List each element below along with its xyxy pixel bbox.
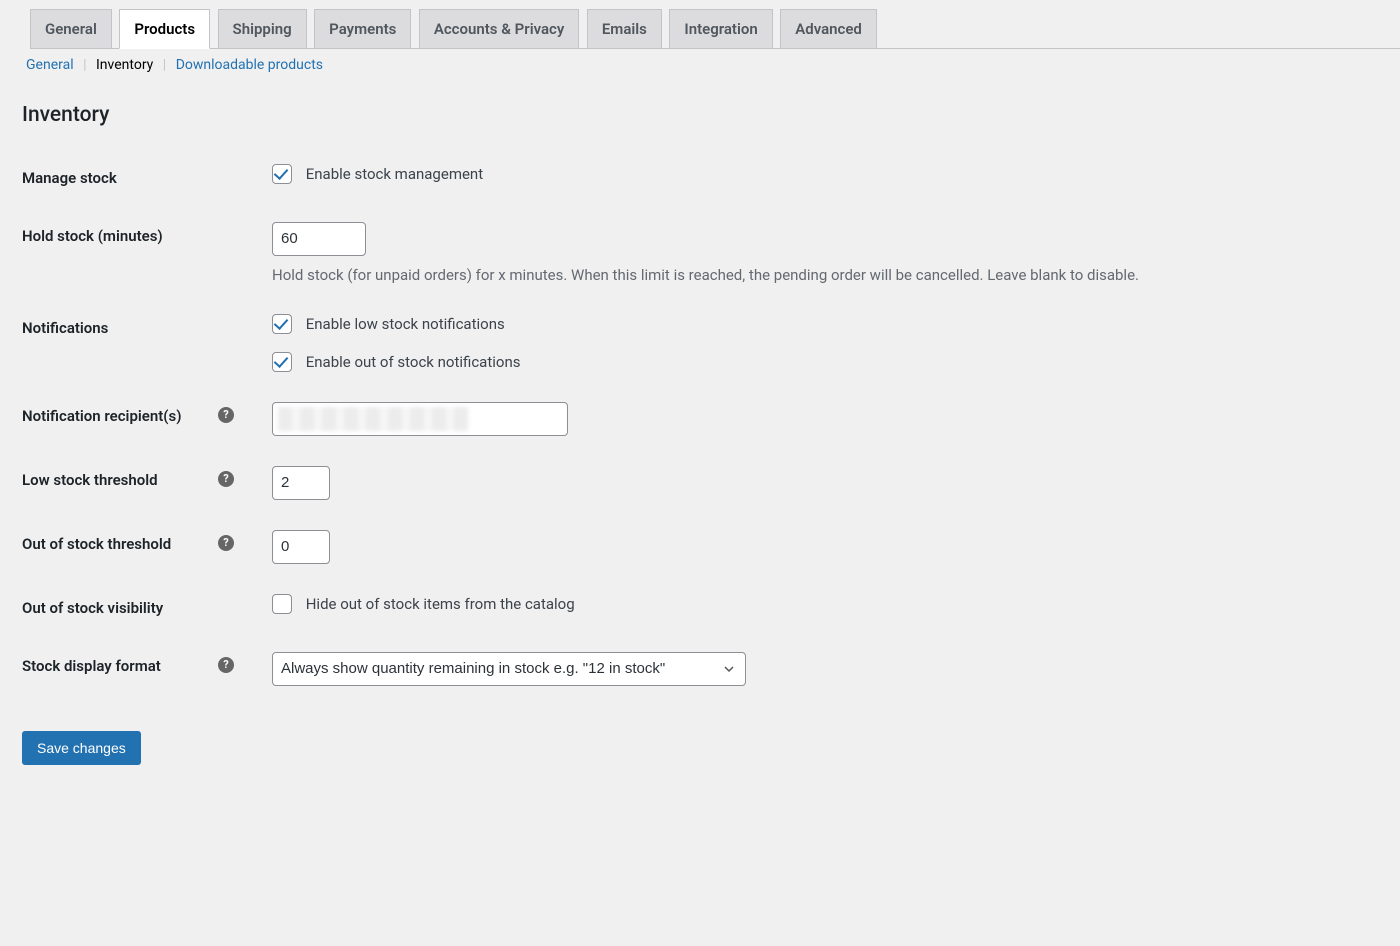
subtab-downloadable[interactable]: Downloadable products bbox=[172, 57, 327, 73]
label-out-of-stock-visibility: Out of stock visibility bbox=[22, 579, 262, 637]
label-out-of-stock-threshold: Out of stock threshold bbox=[22, 535, 171, 553]
label-notification-recipients: Notification recipient(s) bbox=[22, 407, 181, 425]
separator: | bbox=[161, 57, 168, 73]
input-out-of-stock-threshold[interactable] bbox=[272, 530, 330, 564]
tab-products[interactable]: Products bbox=[119, 9, 210, 49]
save-button[interactable]: Save changes bbox=[22, 731, 141, 765]
subtab-general[interactable]: General bbox=[22, 57, 78, 73]
help-icon[interactable]: ? bbox=[218, 535, 234, 551]
settings-tabs: General Products Shipping Payments Accou… bbox=[30, 0, 1400, 49]
section-title: Inventory bbox=[22, 103, 1400, 127]
label-hold-stock: Hold stock (minutes) bbox=[22, 207, 262, 299]
tab-emails[interactable]: Emails bbox=[587, 9, 662, 48]
checkbox-low-stock-notify[interactable] bbox=[272, 314, 292, 334]
help-hold-stock: Hold stock (for unpaid orders) for x min… bbox=[272, 266, 1390, 284]
help-icon[interactable]: ? bbox=[218, 471, 234, 487]
checkbox-manage-stock[interactable] bbox=[272, 164, 292, 184]
tab-advanced[interactable]: Advanced bbox=[780, 9, 877, 48]
products-subtabs: General | Inventory | Downloadable produ… bbox=[22, 57, 1400, 73]
tab-accounts-privacy[interactable]: Accounts & Privacy bbox=[419, 9, 580, 48]
tab-payments[interactable]: Payments bbox=[314, 9, 411, 48]
checkbox-hide-out-of-stock[interactable] bbox=[272, 594, 292, 614]
separator: | bbox=[81, 57, 88, 73]
label-stock-display-format: Stock display format bbox=[22, 657, 161, 675]
checkbox-manage-stock-label: Enable stock management bbox=[306, 165, 483, 183]
select-stock-display-format[interactable]: Always show quantity remaining in stock … bbox=[272, 652, 746, 686]
inventory-settings-form: Manage stock Enable stock management Hol… bbox=[22, 149, 1400, 701]
label-notifications: Notifications bbox=[22, 299, 262, 387]
help-icon[interactable]: ? bbox=[218, 657, 234, 673]
help-icon[interactable]: ? bbox=[218, 407, 234, 423]
checkbox-hide-out-of-stock-label: Hide out of stock items from the catalog bbox=[306, 595, 575, 613]
checkbox-out-of-stock-notify[interactable] bbox=[272, 352, 292, 372]
checkbox-out-of-stock-notify-label: Enable out of stock notifications bbox=[306, 353, 521, 371]
input-hold-stock[interactable] bbox=[272, 222, 366, 256]
label-low-stock-threshold: Low stock threshold bbox=[22, 471, 158, 489]
label-manage-stock: Manage stock bbox=[22, 149, 262, 207]
subtab-inventory[interactable]: Inventory bbox=[92, 57, 157, 73]
tab-integration[interactable]: Integration bbox=[669, 9, 772, 48]
checkbox-low-stock-notify-label: Enable low stock notifications bbox=[306, 315, 505, 333]
input-low-stock-threshold[interactable] bbox=[272, 466, 330, 500]
tab-shipping[interactable]: Shipping bbox=[218, 9, 307, 48]
redacted-content bbox=[278, 407, 468, 431]
tab-general[interactable]: General bbox=[30, 9, 112, 48]
